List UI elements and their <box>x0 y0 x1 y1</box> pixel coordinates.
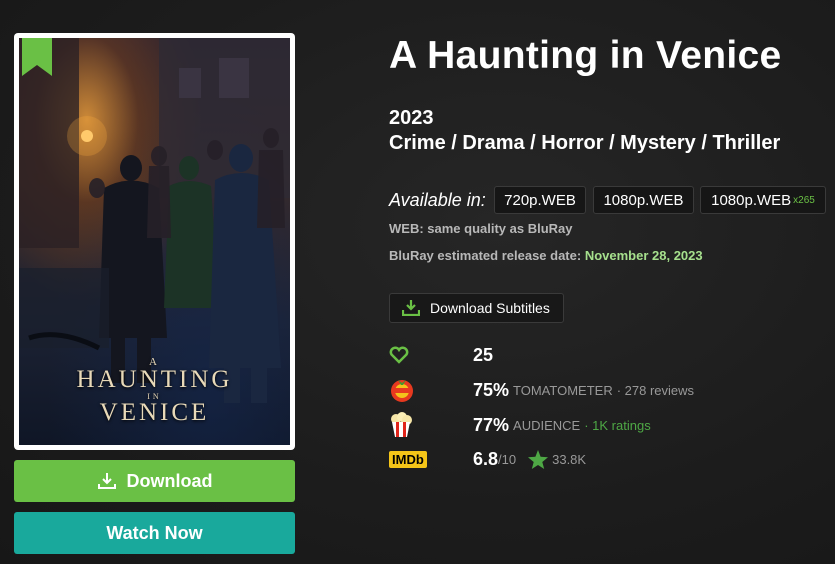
x265-tag: x265 <box>793 194 815 206</box>
watch-now-button[interactable]: Watch Now <box>14 512 295 554</box>
watch-now-label: Watch Now <box>106 522 203 543</box>
download-button-label: Download <box>126 470 213 491</box>
download-button[interactable]: Download <box>14 460 295 502</box>
audience-score: 77% <box>473 414 510 435</box>
available-in-label: Available in: <box>389 190 486 210</box>
download-subtitles-label: Download Subtitles <box>430 300 550 316</box>
bluray-release-line: BluRay estimated release date: November … <box>389 248 703 263</box>
tomatometer-label: TOMATOMETER <box>513 382 613 398</box>
tomatometer-score: 75% <box>473 379 510 400</box>
quality-720p-web[interactable]: 720p.WEB <box>494 186 586 214</box>
likes-count: 25 <box>473 344 494 365</box>
poster-title-art: A HAUNTING IN VENICE <box>76 356 233 426</box>
download-subtitles-button[interactable]: Download Subtitles <box>389 293 564 323</box>
movie-poster-frame: A HAUNTING IN VENICE <box>14 33 295 450</box>
heart-icon[interactable] <box>389 346 409 364</box>
imdb-scale: /10 <box>498 451 517 467</box>
bookmark-ribbon-icon[interactable] <box>22 38 52 76</box>
movie-genres: Crime / Drama / Horror / Mystery / Thril… <box>389 132 781 154</box>
likes-row: 25 <box>389 343 493 367</box>
fresh-tomato-icon <box>391 380 413 402</box>
imdb-score: 6.8 <box>473 448 499 469</box>
tomatometer-row: 75% TOMATOMETER · 278 reviews <box>389 378 694 402</box>
quality-1080p-web[interactable]: 1080p.WEB <box>593 186 694 214</box>
movie-year: 2023 <box>389 107 434 129</box>
download-icon <box>97 473 116 489</box>
movie-poster: A HAUNTING IN VENICE <box>19 38 290 445</box>
download-icon <box>402 300 420 316</box>
audience-ratings: · 1K ratings <box>584 417 651 433</box>
audience-label: AUDIENCE <box>513 417 581 433</box>
star-icon <box>528 449 549 469</box>
bluray-release-date: November 28, 2023 <box>584 248 703 263</box>
imdb-votes: 33.8K <box>552 451 587 467</box>
tomatometer-reviews: · 278 reviews <box>616 382 695 398</box>
web-quality-note: WEB: same quality as BluRay <box>389 221 573 236</box>
movie-title: A Haunting in Venice <box>389 34 782 77</box>
quality-1080p-web-x265[interactable]: 1080p.WEB x265 <box>700 186 826 214</box>
audience-row: 77% AUDIENCE · 1K ratings <box>389 412 651 437</box>
bluray-release-label: BluRay estimated release date: <box>389 248 582 263</box>
popcorn-icon <box>391 412 412 437</box>
imdb-row: IMDb 6.8 /10 33.8K <box>389 447 586 471</box>
imdb-logo[interactable]: IMDb <box>389 450 427 468</box>
